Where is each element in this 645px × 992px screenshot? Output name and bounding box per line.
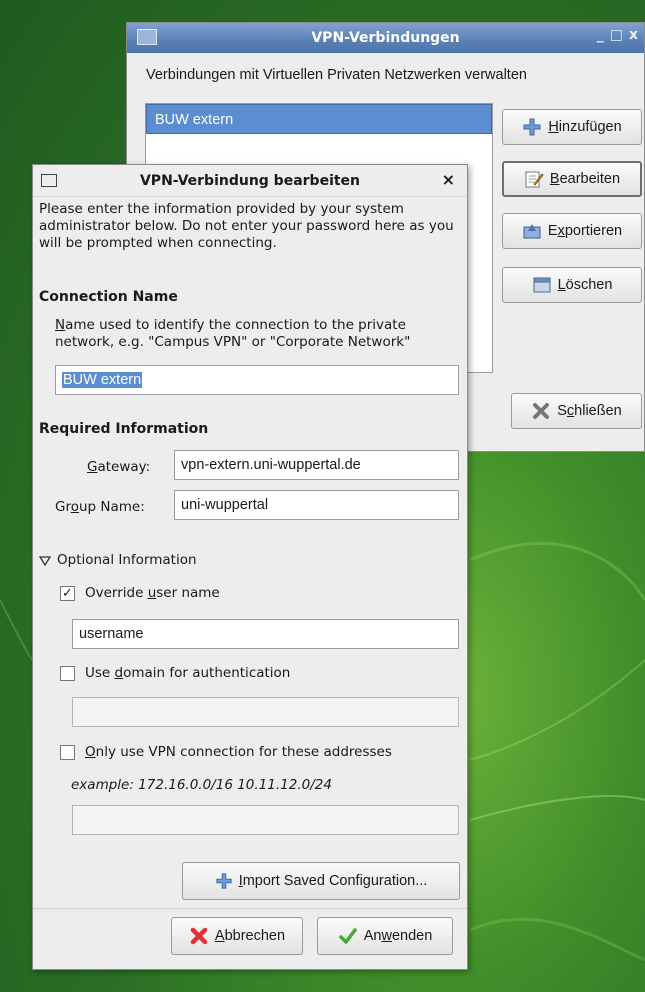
group-name-label: Group Name: (55, 499, 145, 515)
delete-icon (533, 277, 551, 293)
only-vpn-addresses-label[interactable]: Only use VPN connection for these addres… (85, 744, 392, 761)
close-button[interactable]: Schließen (511, 393, 642, 429)
edit-button[interactable]: Bearbeiten (502, 161, 642, 197)
addresses-field (72, 805, 459, 835)
dialog-titlebar[interactable]: VPN-Verbindung bearbeiten × (33, 165, 467, 197)
close-icon[interactable]: x (629, 27, 638, 43)
edit-vpn-dialog: VPN-Verbindung bearbeiten × Please enter… (32, 164, 468, 970)
connection-name-heading: Connection Name (39, 289, 178, 305)
plus-icon (523, 118, 541, 136)
dialog-title: VPN-Verbindung bearbeiten (139, 172, 361, 189)
cancel-x-icon (190, 927, 208, 945)
plus-icon (216, 873, 232, 889)
add-button[interactable]: Hinzufügen (502, 109, 642, 145)
triangle-down-icon (39, 555, 51, 566)
username-field[interactable]: username (72, 619, 459, 649)
minimize-icon[interactable]: _ (597, 27, 604, 43)
window-description: Verbindungen mit Virtuellen Privaten Net… (146, 67, 527, 83)
checkmark-icon (338, 928, 357, 944)
gateway-field[interactable]: vpn-extern.uni-wuppertal.de (174, 450, 459, 480)
domain-field (72, 697, 459, 727)
cancel-button[interactable]: Abbrechen (171, 917, 303, 955)
divider (33, 908, 467, 909)
only-vpn-addresses-checkbox[interactable] (60, 745, 75, 760)
use-domain-checkbox[interactable] (60, 666, 75, 681)
override-username-checkbox[interactable]: ✓ (60, 586, 75, 601)
vpn-connections-titlebar[interactable]: VPN-Verbindungen _ □ x (127, 23, 644, 53)
import-config-button[interactable]: Import Saved Configuration... (182, 862, 460, 900)
list-item[interactable]: BUW extern (146, 104, 492, 134)
export-button[interactable]: Exportieren (502, 213, 642, 249)
close-x-icon (533, 403, 550, 419)
apply-button[interactable]: Anwenden (317, 917, 453, 955)
required-info-heading: Required Information (39, 421, 209, 437)
connection-name-hint: Name used to identify the connection to … (55, 317, 411, 350)
window-title: VPN-Verbindungen (311, 30, 460, 46)
use-domain-label[interactable]: Use domain for authentication (85, 665, 290, 682)
gateway-label: Gateway: (87, 459, 151, 475)
override-username-label[interactable]: Override user name (85, 585, 220, 602)
delete-button[interactable]: Löschen (502, 267, 642, 303)
info-text: Please enter the information provided by… (39, 201, 454, 251)
example-text: example: 172.16.0.0/16 10.11.12.0/24 (71, 777, 332, 793)
export-icon (523, 224, 541, 239)
optional-info-expander[interactable]: Optional Information (39, 552, 197, 569)
edit-document-icon (525, 171, 544, 188)
connection-name-field[interactable]: BUW extern (55, 365, 459, 395)
close-icon[interactable]: × (442, 170, 455, 189)
group-name-field[interactable]: uni-wuppertal (174, 490, 459, 520)
maximize-icon[interactable]: □ (610, 27, 623, 43)
